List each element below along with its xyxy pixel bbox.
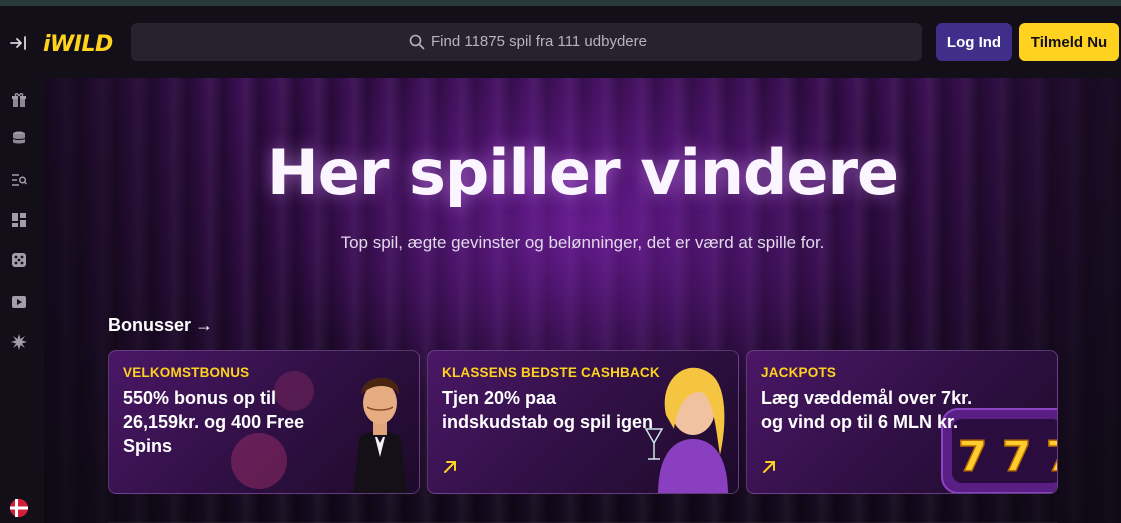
dice-icon[interactable]: [11, 252, 27, 268]
card-text: 550% bonus op til 26,159kr. og 400 Free …: [123, 388, 305, 456]
card-text: Tjen 20% paa indskudstab og spil igen: [442, 388, 654, 432]
coins-icon[interactable]: [11, 130, 27, 146]
svg-text:7: 7: [958, 432, 987, 481]
hero-title: Her spiller vindere: [266, 136, 899, 209]
bonus-card-welcome[interactable]: VELKOMSTBONUS 550% bonus op til 26,159kr…: [108, 350, 420, 494]
play-icon[interactable]: [11, 294, 27, 310]
top-header: iWILD Find 11875 spil fra 111 udbydere L…: [0, 6, 1121, 78]
signup-button[interactable]: Tilmeld Nu: [1019, 23, 1119, 61]
svg-text:7: 7: [1046, 432, 1058, 481]
bonus-section-link[interactable]: Bonusser →: [108, 315, 213, 336]
flag-dk-icon[interactable]: [10, 499, 28, 517]
card-tag: KLASSENS BEDSTE CASHBACK: [442, 365, 660, 380]
bonus-card-jackpots[interactable]: 7 7 7 JACKPOTS Læg væddemål over 7kr. og…: [746, 350, 1058, 494]
search-icon: [409, 34, 425, 50]
hero-banner: Her spiller vindere Top spil, ægte gevin…: [44, 78, 1121, 523]
card-text: Læg væddemål over 7kr. og vind op til 6 …: [761, 388, 973, 432]
card-tag: JACKPOTS: [761, 365, 837, 380]
search-placeholder: Find 11875 spil fra 111 udbydere: [431, 33, 647, 50]
card-tag: VELKOMSTBONUS: [123, 365, 250, 380]
arrow-up-right-icon: [761, 459, 777, 475]
grid-icon[interactable]: [11, 212, 27, 228]
star-burst-icon[interactable]: [11, 334, 27, 350]
hero-subtitle: Top spil, ægte gevinster og belønninger,…: [340, 233, 825, 252]
list-search-icon[interactable]: [11, 172, 28, 188]
arrow-right-icon: →: [195, 315, 214, 335]
gift-icon[interactable]: [11, 92, 27, 108]
bonus-card-cashback[interactable]: KLASSENS BEDSTE CASHBACK Tjen 20% paa in…: [427, 350, 739, 494]
sidebar-toggle-icon[interactable]: [9, 34, 29, 52]
login-button[interactable]: Log Ind: [936, 23, 1012, 61]
search-input[interactable]: Find 11875 spil fra 111 udbydere: [131, 23, 922, 61]
brand-logo[interactable]: iWILD: [43, 32, 113, 60]
sidebar: [0, 78, 44, 523]
svg-text:7: 7: [1002, 432, 1031, 481]
bonus-heading-label: Bonusser: [108, 315, 192, 335]
arrow-up-right-icon: [442, 459, 458, 475]
